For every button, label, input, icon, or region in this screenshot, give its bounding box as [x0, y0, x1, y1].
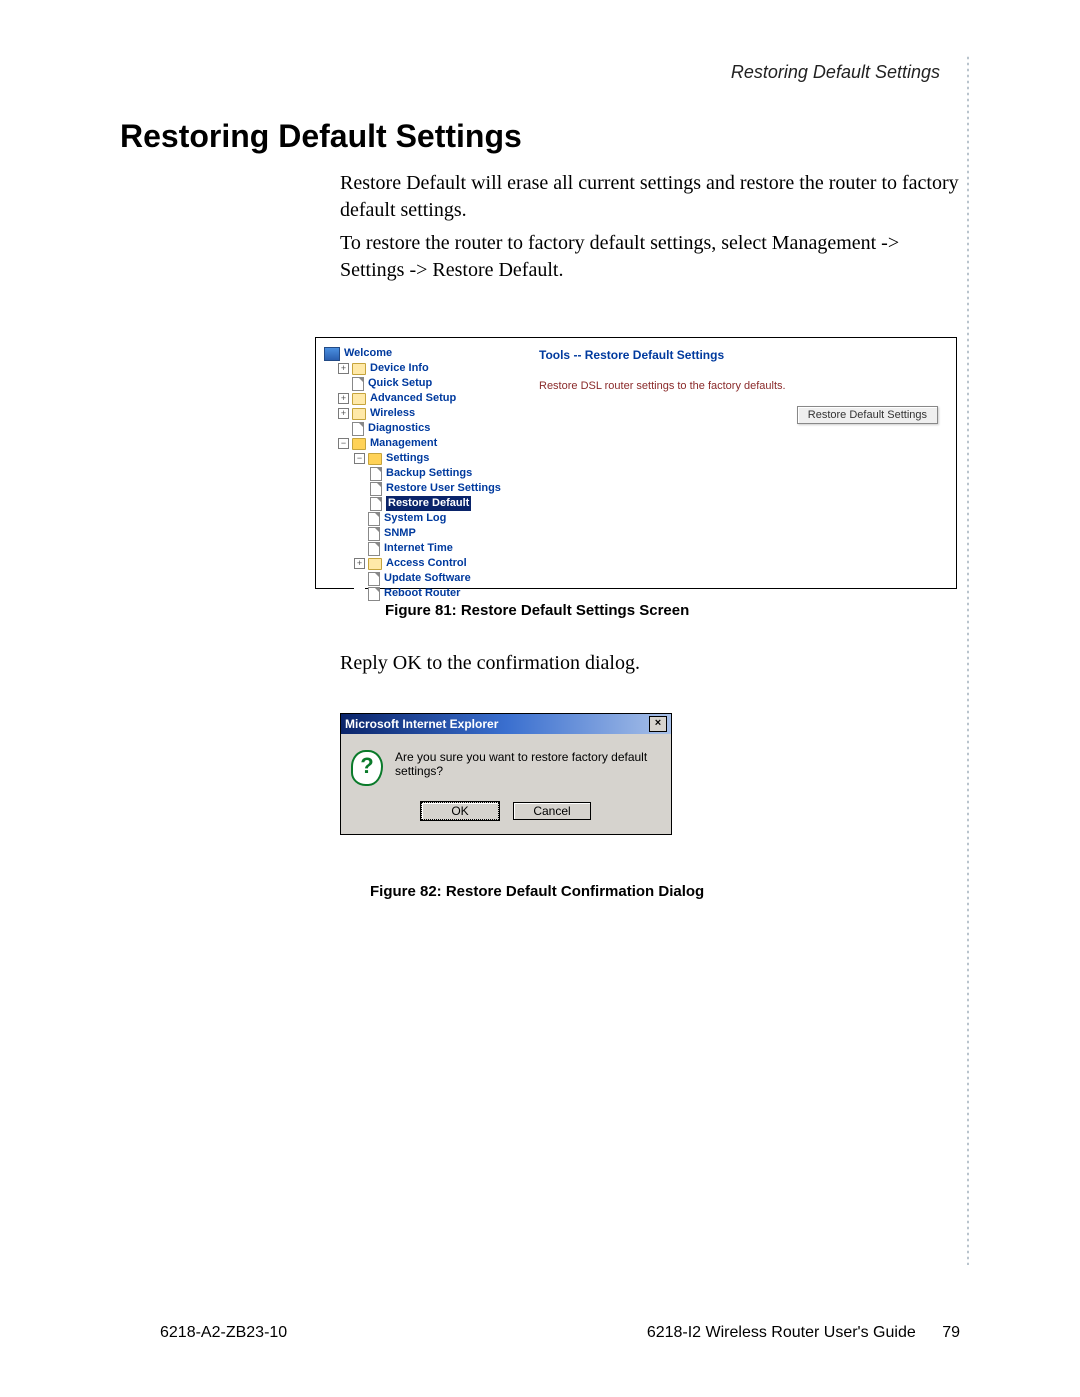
cancel-button[interactable]: Cancel: [513, 802, 591, 820]
expand-icon[interactable]: +: [338, 363, 349, 374]
tree-snmp[interactable]: SNMP: [324, 526, 529, 541]
footer-guide-title: 6218-I2 Wireless Router User's Guide: [647, 1324, 916, 1341]
folder-open-icon: [352, 438, 366, 450]
tree-label: System Log: [384, 511, 446, 526]
footer-doc-id: 6218-A2-ZB23-10: [160, 1324, 287, 1342]
spacer: [354, 543, 365, 554]
page-icon: [368, 587, 380, 601]
content-description: Restore DSL router settings to the facto…: [539, 380, 946, 392]
page-icon: [352, 422, 364, 436]
figure-82-caption: Figure 82: Restore Default Confirmation …: [370, 883, 704, 900]
tree-label: Settings: [386, 451, 429, 466]
spacer: [354, 513, 365, 524]
page-icon: [370, 482, 382, 496]
dialog-title-text: Microsoft Internet Explorer: [345, 717, 498, 731]
tree-label: Diagnostics: [368, 421, 430, 436]
folder-icon: [352, 393, 366, 405]
content-title: Tools -- Restore Default Settings: [539, 348, 946, 362]
tree-label: Update Software: [384, 571, 471, 586]
body-paragraph-1: Restore Default will erase all current s…: [340, 170, 960, 224]
welcome-icon: [324, 347, 340, 361]
tree-label: Management: [370, 436, 437, 451]
tree-label: Access Control: [386, 556, 467, 571]
tree-restore-user-settings[interactable]: Restore User Settings: [324, 481, 529, 496]
ok-button[interactable]: OK: [421, 802, 499, 820]
expand-icon[interactable]: +: [338, 393, 349, 404]
tree-welcome[interactable]: Welcome: [324, 346, 529, 361]
page-icon: [352, 377, 364, 391]
tree-diagnostics[interactable]: Diagnostics: [324, 421, 529, 436]
dialog-message: Are you sure you want to restore factory…: [395, 750, 661, 778]
page-number: 79: [942, 1324, 960, 1341]
folder-icon: [352, 408, 366, 420]
tree-label: Wireless: [370, 406, 415, 421]
expand-icon[interactable]: +: [338, 408, 349, 419]
tree-advanced-setup[interactable]: + Advanced Setup: [324, 391, 529, 406]
confirmation-dialog: Microsoft Internet Explorer × ? Are you …: [340, 713, 672, 835]
tree-label: Quick Setup: [368, 376, 432, 391]
page-footer: 6218-A2-ZB23-10 6218-I2 Wireless Router …: [160, 1324, 960, 1342]
tree-internet-time[interactable]: Internet Time: [324, 541, 529, 556]
tree-label: Restore User Settings: [386, 481, 501, 496]
page-dotted-rule: [966, 55, 970, 1265]
tree-update-software[interactable]: Update Software: [324, 571, 529, 586]
restore-default-screenshot: Welcome + Device Info Quick Setup + Adva…: [315, 337, 957, 589]
folder-icon: [352, 363, 366, 375]
spacer: [354, 528, 365, 539]
tree-label: Backup Settings: [386, 466, 472, 481]
close-icon[interactable]: ×: [649, 716, 667, 732]
tree-reboot-router[interactable]: Reboot Router: [324, 586, 529, 601]
spacer: [338, 423, 349, 434]
tree-label-selected: Restore Default: [386, 496, 471, 511]
tree-access-control[interactable]: + Access Control: [324, 556, 529, 571]
expand-icon[interactable]: +: [354, 558, 365, 569]
page-icon: [368, 572, 380, 586]
folder-icon: [368, 558, 382, 570]
body-paragraph-3: Reply OK to the confirmation dialog.: [340, 650, 960, 677]
collapse-icon[interactable]: −: [354, 453, 365, 464]
spacer: [354, 588, 365, 599]
tree-label: Internet Time: [384, 541, 453, 556]
question-icon: ?: [351, 750, 383, 786]
body-paragraph-2: To restore the router to factory default…: [340, 230, 960, 284]
figure-81-caption: Figure 81: Restore Default Settings Scre…: [385, 602, 689, 619]
tree-settings[interactable]: − Settings: [324, 451, 529, 466]
page-icon: [368, 542, 380, 556]
running-head: Restoring Default Settings: [731, 62, 940, 83]
nav-tree: Welcome + Device Info Quick Setup + Adva…: [316, 338, 533, 588]
tree-wireless[interactable]: + Wireless: [324, 406, 529, 421]
dialog-titlebar: Microsoft Internet Explorer ×: [341, 714, 671, 734]
collapse-icon[interactable]: −: [338, 438, 349, 449]
folder-open-icon: [368, 453, 382, 465]
tree-label: Welcome: [344, 346, 392, 361]
page-icon: [368, 527, 380, 541]
tree-label: Reboot Router: [384, 586, 460, 601]
tree-label: Advanced Setup: [370, 391, 456, 406]
spacer: [338, 378, 349, 389]
tree-device-info[interactable]: + Device Info: [324, 361, 529, 376]
page-icon: [370, 497, 382, 511]
tree-management[interactable]: − Management: [324, 436, 529, 451]
tree-quick-setup[interactable]: Quick Setup: [324, 376, 529, 391]
tree-backup-settings[interactable]: Backup Settings: [324, 466, 529, 481]
page-icon: [368, 512, 380, 526]
tree-label: Device Info: [370, 361, 429, 376]
page-icon: [370, 467, 382, 481]
spacer: [354, 573, 365, 584]
tree-label: SNMP: [384, 526, 416, 541]
content-pane: Tools -- Restore Default Settings Restor…: [533, 338, 956, 588]
page-title: Restoring Default Settings: [120, 118, 522, 155]
tree-system-log[interactable]: System Log: [324, 511, 529, 526]
restore-default-settings-button[interactable]: Restore Default Settings: [797, 406, 938, 424]
tree-restore-default[interactable]: Restore Default: [324, 496, 529, 511]
